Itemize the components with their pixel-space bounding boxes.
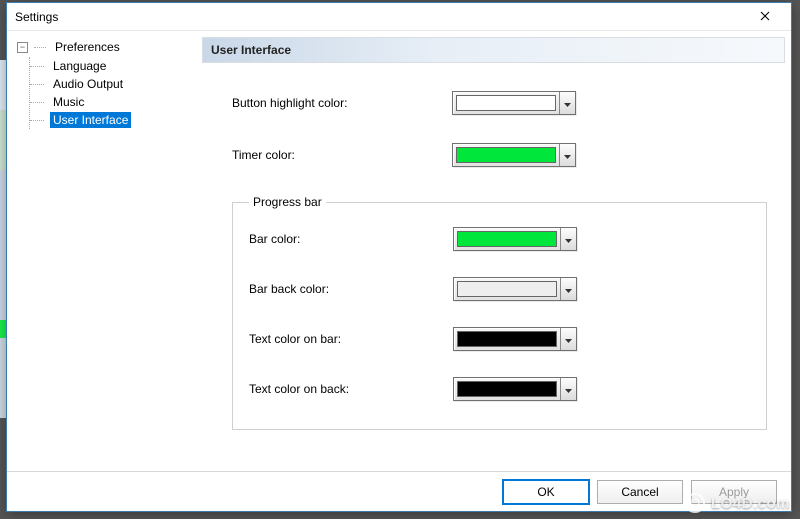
tree-item-label: Language: [50, 58, 109, 74]
cancel-button[interactable]: Cancel: [597, 480, 683, 504]
tree-root-label: Preferences: [52, 39, 123, 55]
color-picker-text-on-back[interactable]: [453, 377, 577, 401]
row-bar-back-color: Bar back color:: [249, 277, 750, 301]
color-swatch: [457, 281, 557, 297]
label-timer-color: Timer color:: [232, 148, 452, 162]
panel-heading-text: User Interface: [211, 43, 291, 57]
panel-heading: User Interface: [202, 37, 785, 63]
tree-item-label: Music: [50, 94, 87, 110]
tree-item-label: User Interface: [50, 112, 131, 128]
color-picker-bar-back-color[interactable]: [453, 277, 577, 301]
chevron-down-icon: [565, 332, 572, 346]
row-text-on-bar: Text color on bar:: [249, 327, 750, 351]
label-text-on-back: Text color on back:: [249, 382, 453, 396]
chevron-down-icon: [564, 148, 571, 162]
watermark-text: LO4D.com: [711, 495, 790, 512]
label-bar-back-color: Bar back color:: [249, 282, 453, 296]
tree-item-music[interactable]: Music: [30, 93, 198, 111]
color-swatch: [456, 147, 556, 163]
color-picker-bar-color[interactable]: [453, 227, 577, 251]
titlebar[interactable]: Settings: [7, 3, 791, 31]
group-progress-bar: Progress bar Bar color: Bar back color:: [232, 195, 767, 430]
close-button[interactable]: [745, 6, 785, 28]
tree-item-audio-output[interactable]: Audio Output: [30, 75, 198, 93]
label-text-on-bar: Text color on bar:: [249, 332, 453, 346]
row-timer-color: Timer color:: [232, 143, 767, 167]
window-body: − Preferences Language Audio Output Musi…: [7, 31, 791, 471]
group-legend: Progress bar: [249, 195, 326, 209]
window-title: Settings: [15, 10, 58, 24]
tree-children: Language Audio Output Music User Interfa…: [29, 57, 198, 129]
dropdown-button[interactable]: [560, 328, 576, 350]
chevron-down-icon: [565, 282, 572, 296]
label-bar-color: Bar color:: [249, 232, 453, 246]
dropdown-button[interactable]: [559, 144, 575, 166]
dropdown-button[interactable]: [560, 228, 576, 250]
row-button-highlight: Button highlight color:: [232, 91, 767, 115]
collapse-icon[interactable]: −: [17, 42, 28, 53]
button-bar: OK Cancel Apply: [7, 471, 791, 511]
chevron-down-icon: [565, 382, 572, 396]
color-picker-button-highlight[interactable]: [452, 91, 576, 115]
chevron-down-icon: [564, 96, 571, 110]
color-swatch: [457, 381, 557, 397]
tree-item-label: Audio Output: [50, 76, 126, 92]
nav-tree[interactable]: − Preferences Language Audio Output Musi…: [7, 31, 202, 471]
color-swatch: [457, 331, 557, 347]
color-swatch: [456, 95, 556, 111]
tree-item-user-interface[interactable]: User Interface: [30, 111, 198, 129]
dropdown-button[interactable]: [560, 278, 576, 300]
dropdown-button[interactable]: [559, 92, 575, 114]
chevron-down-icon: [565, 232, 572, 246]
row-bar-color: Bar color:: [249, 227, 750, 251]
ok-button[interactable]: OK: [503, 480, 589, 504]
dropdown-button[interactable]: [560, 378, 576, 400]
close-icon: [760, 10, 770, 24]
row-text-on-back: Text color on back:: [249, 377, 750, 401]
color-swatch: [457, 231, 557, 247]
settings-window: Settings − Preferences Language Audio Ou…: [6, 2, 792, 512]
reload-icon: [685, 493, 705, 513]
color-picker-text-on-bar[interactable]: [453, 327, 577, 351]
label-button-highlight: Button highlight color:: [232, 96, 452, 110]
tree-item-language[interactable]: Language: [30, 57, 198, 75]
watermark: LO4D.com: [685, 493, 790, 513]
settings-panel: User Interface Button highlight color: T…: [202, 31, 791, 471]
color-picker-timer[interactable]: [452, 143, 576, 167]
tree-root-preferences[interactable]: − Preferences: [17, 39, 198, 55]
panel-content: Button highlight color: Timer color:: [202, 63, 787, 471]
